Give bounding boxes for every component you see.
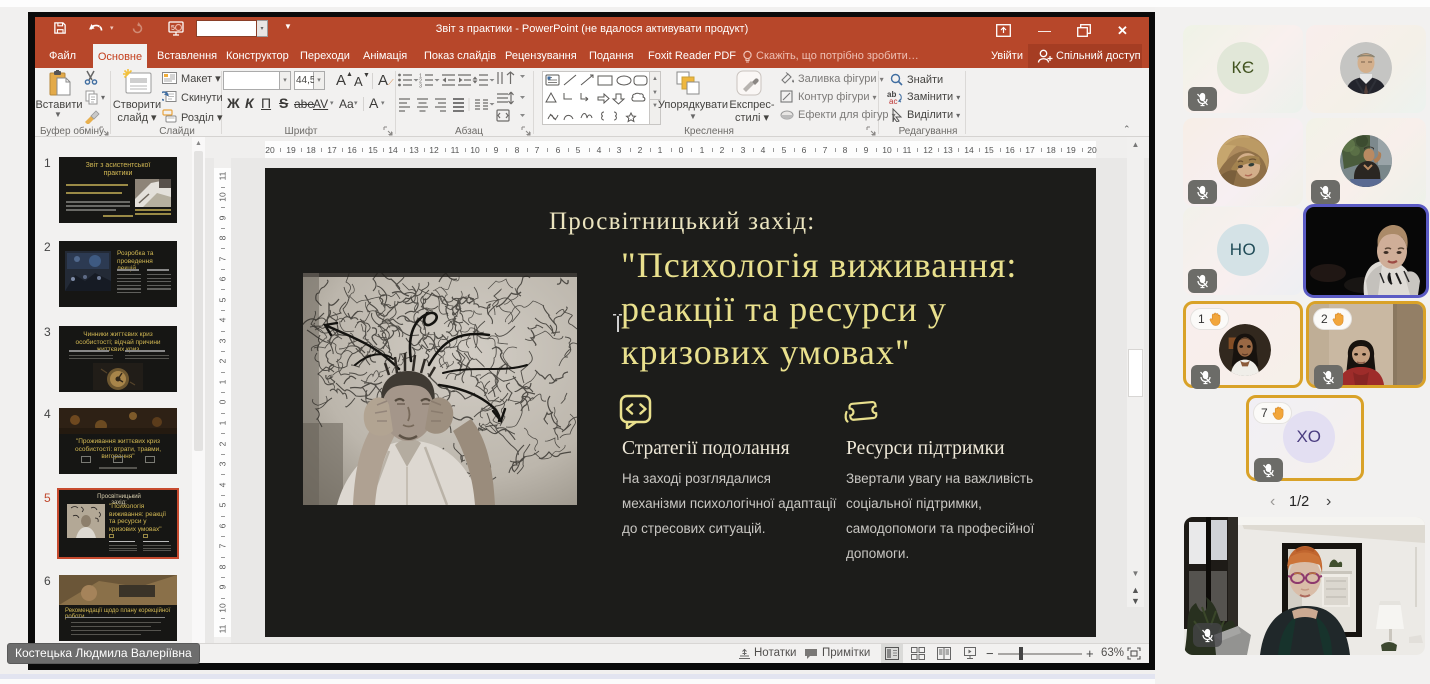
svg-text:ac: ac [889,97,897,105]
svg-text:3: 3 [419,84,422,90]
